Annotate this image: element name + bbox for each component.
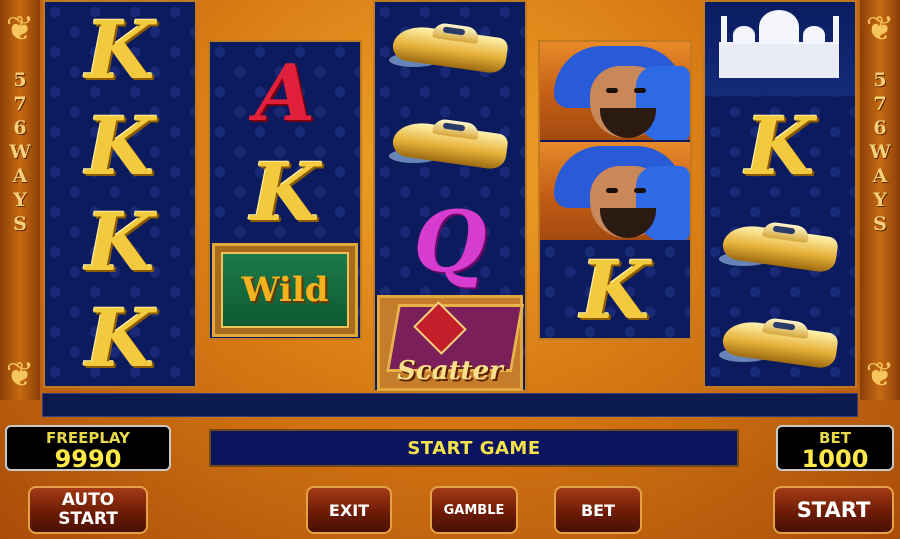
speedboat-icon (389, 13, 511, 77)
symbol-k: K (85, 99, 155, 193)
bet-value: 1000 (801, 445, 869, 473)
freeplay-label: FREEPLAY (46, 429, 130, 447)
ways-char: 7 (873, 93, 887, 115)
speedboat-icon (389, 109, 511, 173)
bet-label: BET (819, 429, 851, 447)
ornament-icon: ❦ (865, 9, 895, 49)
symbol-prince (540, 42, 690, 140)
symbol-q: Q (413, 192, 487, 291)
auto-start-button[interactable]: AUTO START (28, 486, 148, 534)
reel-3: Q Scatter (373, 0, 527, 392)
speedboat-icon (719, 212, 841, 276)
symbol-prince (540, 142, 690, 240)
ornament-icon: ❦ (5, 9, 35, 49)
bet-panel: BET 1000 (776, 425, 894, 473)
symbol-mosque (705, 2, 855, 96)
wild-label: Wild (241, 270, 329, 310)
reel-4: K (538, 40, 692, 340)
symbol-boat (705, 198, 855, 290)
prince-portrait-icon (540, 42, 690, 140)
symbol-k: K (745, 99, 815, 193)
exit-label: EXIT (328, 500, 370, 520)
ways-char: 5 (873, 69, 887, 91)
bet-label-button: BET (580, 500, 616, 520)
prince-portrait-icon (540, 142, 690, 240)
ways-char: Y (13, 189, 27, 211)
ways-char: 5 (13, 69, 27, 91)
win-info-bar (42, 393, 858, 417)
auto-start-label-line2: START (58, 509, 118, 529)
start-label: START (796, 497, 871, 522)
symbol-k: K (85, 291, 155, 385)
ways-char: Y (873, 189, 887, 211)
symbol-k: K (250, 145, 320, 239)
symbol-k: K (85, 195, 155, 289)
ways-char: S (13, 213, 27, 235)
scatter-label: Scatter (397, 356, 503, 386)
message-text: START GAME (407, 437, 541, 459)
symbol-boat (705, 294, 855, 386)
symbol-boat (375, 2, 525, 88)
ways-label: 5 7 6 W A Y S (9, 68, 30, 236)
gamble-label: GAMBLE (443, 502, 505, 518)
message-bar: START GAME (209, 429, 739, 467)
symbol-boat (375, 98, 525, 184)
ways-char: 6 (873, 117, 887, 139)
ornament-icon: ❦ (865, 355, 895, 395)
reel-1: K K K K (43, 0, 197, 388)
mosque-icon (705, 2, 855, 96)
bet-button[interactable]: BET (554, 486, 642, 534)
symbol-scatter: Scatter (375, 294, 525, 392)
ways-char: 7 (13, 93, 27, 115)
ways-label: 5 7 6 W A Y S (869, 68, 890, 236)
symbol-k: K (580, 243, 650, 337)
ornament-icon: ❦ (5, 355, 35, 395)
ways-char: W (9, 141, 31, 163)
start-button[interactable]: START (773, 486, 894, 534)
symbol-wild: Wild (210, 242, 360, 338)
left-side-panel: ❦ 5 7 6 W A Y S ❦ (0, 0, 40, 400)
reel-5: K (703, 0, 857, 388)
freeplay-value: 9990 (54, 445, 122, 473)
speedboat-icon (719, 308, 841, 372)
reel-2: A K Wild (208, 40, 362, 340)
exit-button[interactable]: EXIT (306, 486, 392, 534)
auto-start-label-line1: AUTO (61, 490, 115, 510)
ways-char: S (873, 213, 887, 235)
freeplay-panel: FREEPLAY 9990 (5, 425, 171, 473)
scatter-book-icon: Scatter (377, 295, 524, 391)
ways-char: W (869, 141, 891, 163)
right-side-panel: ❦ 5 7 6 W A Y S ❦ (860, 0, 900, 400)
ways-char: A (12, 165, 28, 187)
ways-char: A (872, 165, 888, 187)
ways-char: 6 (13, 117, 27, 139)
symbol-k: K (85, 3, 155, 97)
symbol-a: A (254, 48, 316, 139)
gamble-button[interactable]: GAMBLE (430, 486, 518, 534)
